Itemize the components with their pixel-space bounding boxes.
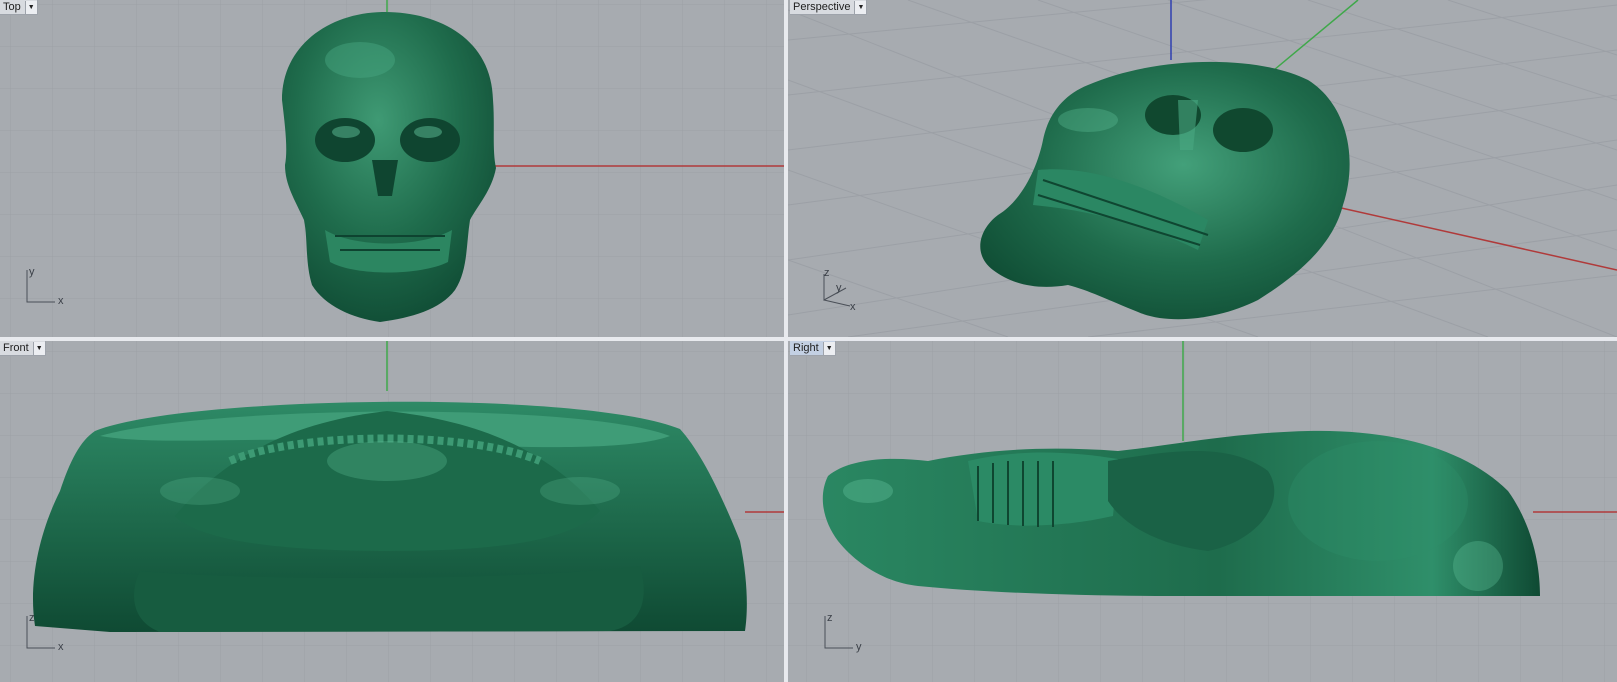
viewport-front[interactable]: Front ▼ z x [0,341,784,682]
axis-label-x: x [58,295,64,307]
viewport-label-right: Right [793,342,819,354]
viewport-tab-right[interactable]: Right ▼ [790,341,836,356]
viewport-perspective[interactable]: Perspective ▼ z y x [788,0,1617,337]
axis-label-x: x [58,641,64,653]
chevron-down-icon[interactable]: ▼ [822,341,835,355]
viewport-top[interactable]: Top ▼ y x [0,0,784,337]
viewport-top-canvas [0,0,784,337]
viewport-label-perspective: Perspective [793,1,851,13]
axis-label-z: z [29,612,35,624]
axis-label-x: x [850,301,856,313]
viewport-perspective-canvas [788,0,1617,337]
viewport-front-canvas [0,341,784,682]
viewport-tab-top[interactable]: Top ▼ [0,0,38,15]
axis-indicator-icon: y x [26,266,64,307]
viewport-label-front: Front [3,342,29,354]
viewport-label-top: Top [3,1,21,13]
skull-model-front[interactable] [32,401,747,632]
axis-label-y: y [836,282,842,294]
axis-indicator-icon: z x [26,612,64,653]
viewport-right[interactable]: Right ▼ z y [787,340,1617,682]
viewport-right-canvas [788,341,1617,682]
skull-model-perspective[interactable] [980,61,1350,320]
axis-indicator-icon: z y x [823,267,856,313]
axis-label-z: z [827,612,833,624]
chevron-down-icon[interactable]: ▼ [32,341,45,355]
axis-label-y: y [29,266,35,278]
axis-label-y: y [856,641,862,653]
viewport-tab-front[interactable]: Front ▼ [0,341,46,356]
chevron-down-icon[interactable]: ▼ [854,0,867,14]
viewport-tab-perspective[interactable]: Perspective ▼ [790,0,868,15]
axis-indicator-icon: z y [824,612,862,653]
axis-label-z: z [824,267,830,279]
chevron-down-icon[interactable]: ▼ [24,0,37,14]
